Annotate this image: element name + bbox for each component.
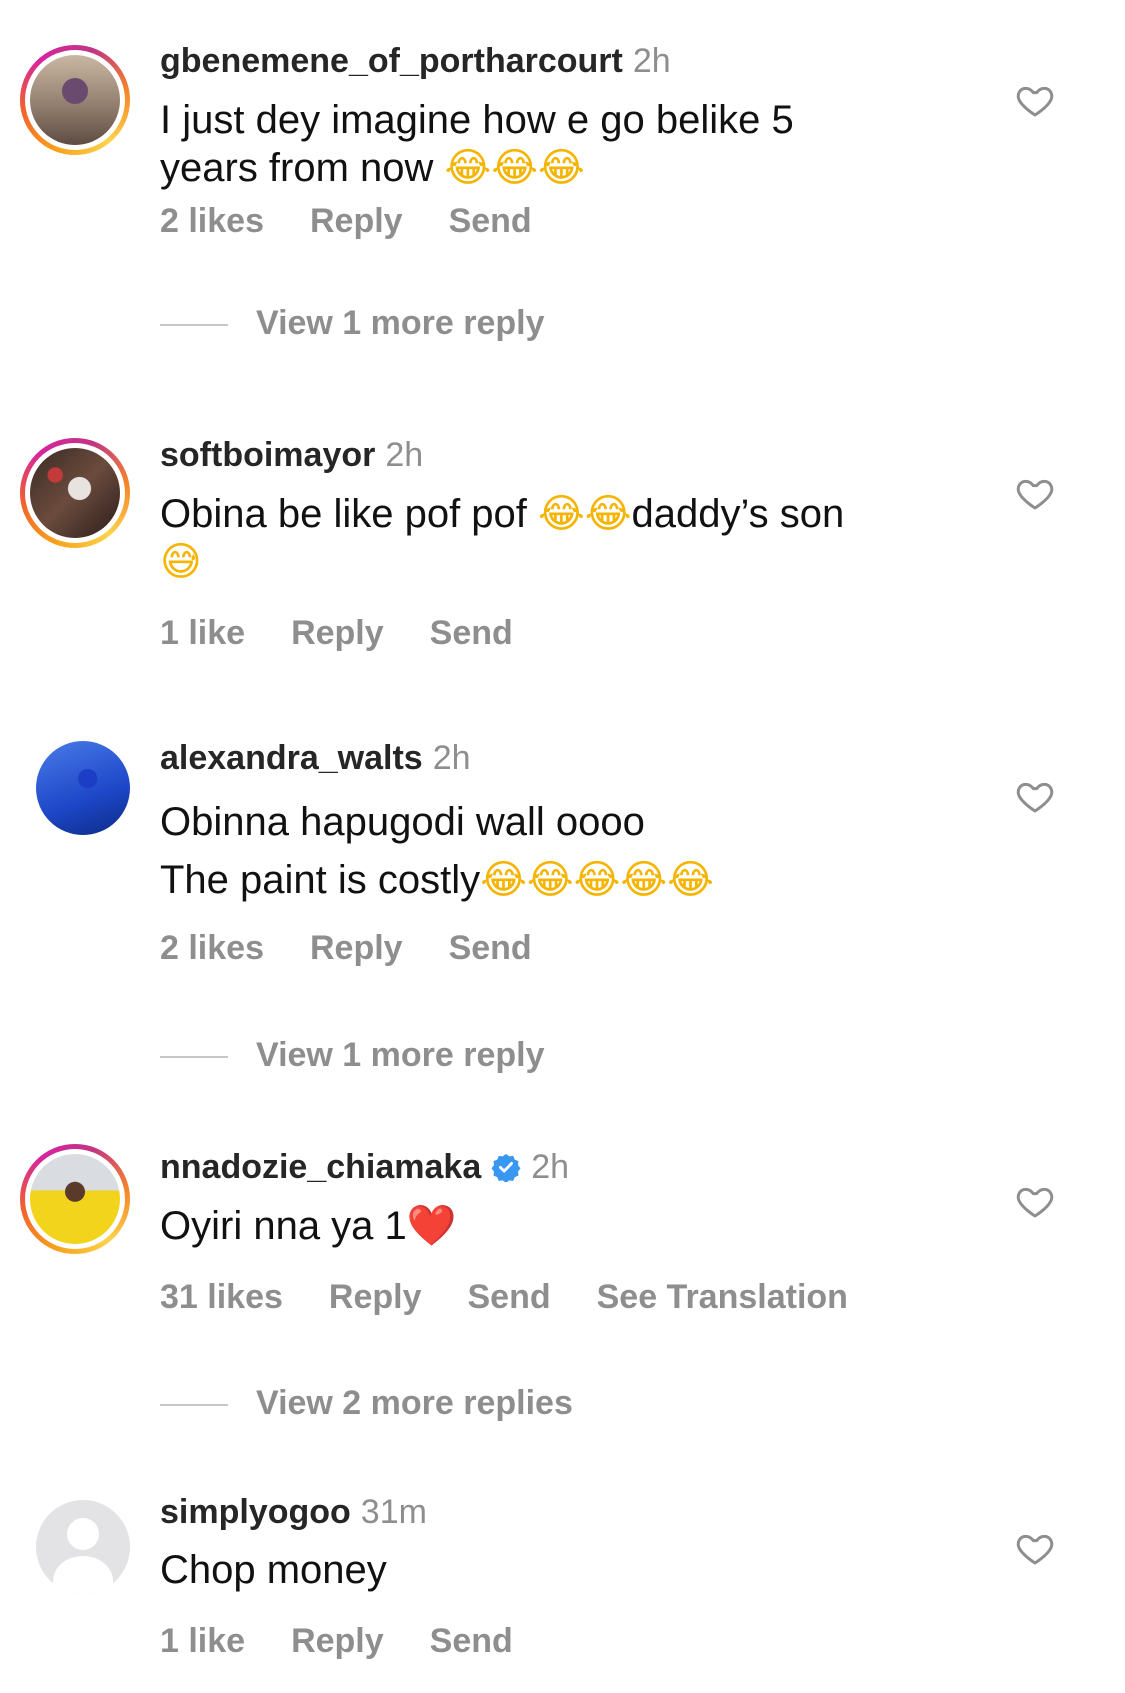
send-button[interactable]: Send bbox=[430, 614, 513, 652]
heart-outline-icon[interactable] bbox=[1015, 473, 1055, 513]
view-replies-label: View 1 more reply bbox=[256, 1036, 545, 1074]
avatar-photo bbox=[30, 55, 120, 145]
likes-count[interactable]: 31 likes bbox=[160, 1278, 283, 1316]
comment-text: Oyiri nna ya 1❤️ bbox=[160, 1202, 960, 1250]
view-replies-label: View 1 more reply bbox=[256, 304, 545, 342]
avatar[interactable] bbox=[20, 1484, 130, 1594]
avatar-photo bbox=[36, 741, 130, 835]
comment-text-line: years from now bbox=[160, 146, 445, 190]
heart-outline-icon[interactable] bbox=[1015, 80, 1055, 120]
see-translation-button[interactable]: See Translation bbox=[597, 1278, 848, 1316]
heart-outline-icon[interactable] bbox=[1015, 776, 1055, 816]
view-replies-button[interactable]: View 1 more reply bbox=[160, 304, 545, 343]
laughing-emoji: 😂😂😂😂😂 bbox=[480, 857, 714, 903]
heart-outline-icon[interactable] bbox=[1015, 1528, 1055, 1568]
laughing-emoji: 😂😂😂 bbox=[444, 145, 585, 191]
likes-count[interactable]: 2 likes bbox=[160, 929, 264, 967]
heart-outline-icon[interactable] bbox=[1015, 1181, 1055, 1221]
verified-badge-icon bbox=[491, 1153, 521, 1182]
comment-actions: 1 like Reply Send bbox=[160, 614, 559, 653]
view-replies-button[interactable]: View 1 more reply bbox=[160, 1036, 545, 1075]
comment-text-line: Obina be like pof pof bbox=[160, 492, 539, 536]
comment-text-line: The paint is costly bbox=[160, 858, 481, 902]
avatar[interactable] bbox=[20, 438, 130, 548]
comment-header: gbenemene_of_portharcourt 2h bbox=[160, 42, 671, 81]
timestamp: 2h bbox=[531, 1148, 570, 1186]
comment-text: Obinna hapugodi wall oooo The paint is c… bbox=[160, 793, 960, 909]
comment-text: I just dey imagine how e go belike 5 yea… bbox=[160, 96, 960, 192]
comment-actions: 2 likes Reply Send bbox=[160, 202, 578, 241]
view-replies-button[interactable]: View 2 more replies bbox=[160, 1384, 573, 1423]
avatar[interactable] bbox=[20, 725, 130, 835]
reply-button[interactable]: Reply bbox=[310, 929, 403, 967]
send-button[interactable]: Send bbox=[467, 1278, 550, 1316]
comment-text: Obina be like pof pof 😂😂daddy’s son 😅 bbox=[160, 490, 960, 586]
reply-button[interactable]: Reply bbox=[310, 202, 403, 240]
divider-line bbox=[160, 1404, 228, 1407]
username[interactable]: nnadozie_chiamaka bbox=[160, 1148, 481, 1186]
username[interactable]: gbenemene_of_portharcourt bbox=[160, 42, 623, 80]
comment-text-line: Oyiri nna ya 1 bbox=[160, 1204, 407, 1248]
laughing-emoji: 😂😂 bbox=[538, 491, 632, 537]
username[interactable]: alexandra_walts bbox=[160, 739, 423, 777]
likes-count[interactable]: 2 likes bbox=[160, 202, 264, 240]
avatar-photo bbox=[30, 1154, 120, 1244]
comment-text-line: daddy’s son bbox=[631, 492, 845, 536]
send-button[interactable]: Send bbox=[430, 1622, 513, 1660]
username[interactable]: softboimayor bbox=[160, 436, 375, 474]
comment-header: nnadozie_chiamaka 2h bbox=[160, 1148, 569, 1187]
comment-header: softboimayor 2h bbox=[160, 436, 423, 475]
avatar[interactable] bbox=[20, 1144, 130, 1254]
comment-header: simplyogoo 31m bbox=[160, 1493, 427, 1532]
comment-actions: 2 likes Reply Send bbox=[160, 929, 578, 968]
likes-count[interactable]: 1 like bbox=[160, 614, 245, 652]
avatar-photo bbox=[30, 448, 120, 538]
comment-text-line: Obinna hapugodi wall oooo bbox=[160, 800, 645, 844]
default-avatar-icon bbox=[36, 1500, 130, 1594]
avatar[interactable] bbox=[20, 45, 130, 155]
username[interactable]: simplyogoo bbox=[160, 1493, 351, 1531]
comment-text-line: Chop money bbox=[160, 1548, 387, 1592]
send-button[interactable]: Send bbox=[449, 202, 532, 240]
reply-button[interactable]: Reply bbox=[291, 1622, 384, 1660]
comment-text: Chop money bbox=[160, 1546, 960, 1594]
sweat-smile-emoji: 😅 bbox=[160, 539, 202, 585]
view-replies-label: View 2 more replies bbox=[256, 1384, 573, 1422]
send-button[interactable]: Send bbox=[449, 929, 532, 967]
timestamp: 2h bbox=[385, 436, 424, 474]
comment-actions: 31 likes Reply Send See Translation bbox=[160, 1278, 894, 1317]
comment-header: alexandra_walts 2h bbox=[160, 739, 471, 778]
divider-line bbox=[160, 324, 228, 327]
timestamp: 2h bbox=[632, 42, 671, 80]
comment-text-line: I just dey imagine how e go belike 5 bbox=[160, 98, 794, 142]
reply-button[interactable]: Reply bbox=[329, 1278, 422, 1316]
reply-button[interactable]: Reply bbox=[291, 614, 384, 652]
red-heart-emoji: ❤️ bbox=[406, 1203, 457, 1249]
comment-actions: 1 like Reply Send bbox=[160, 1622, 559, 1661]
timestamp: 31m bbox=[360, 1493, 427, 1531]
likes-count[interactable]: 1 like bbox=[160, 1622, 245, 1660]
timestamp: 2h bbox=[432, 739, 471, 777]
divider-line bbox=[160, 1056, 228, 1059]
